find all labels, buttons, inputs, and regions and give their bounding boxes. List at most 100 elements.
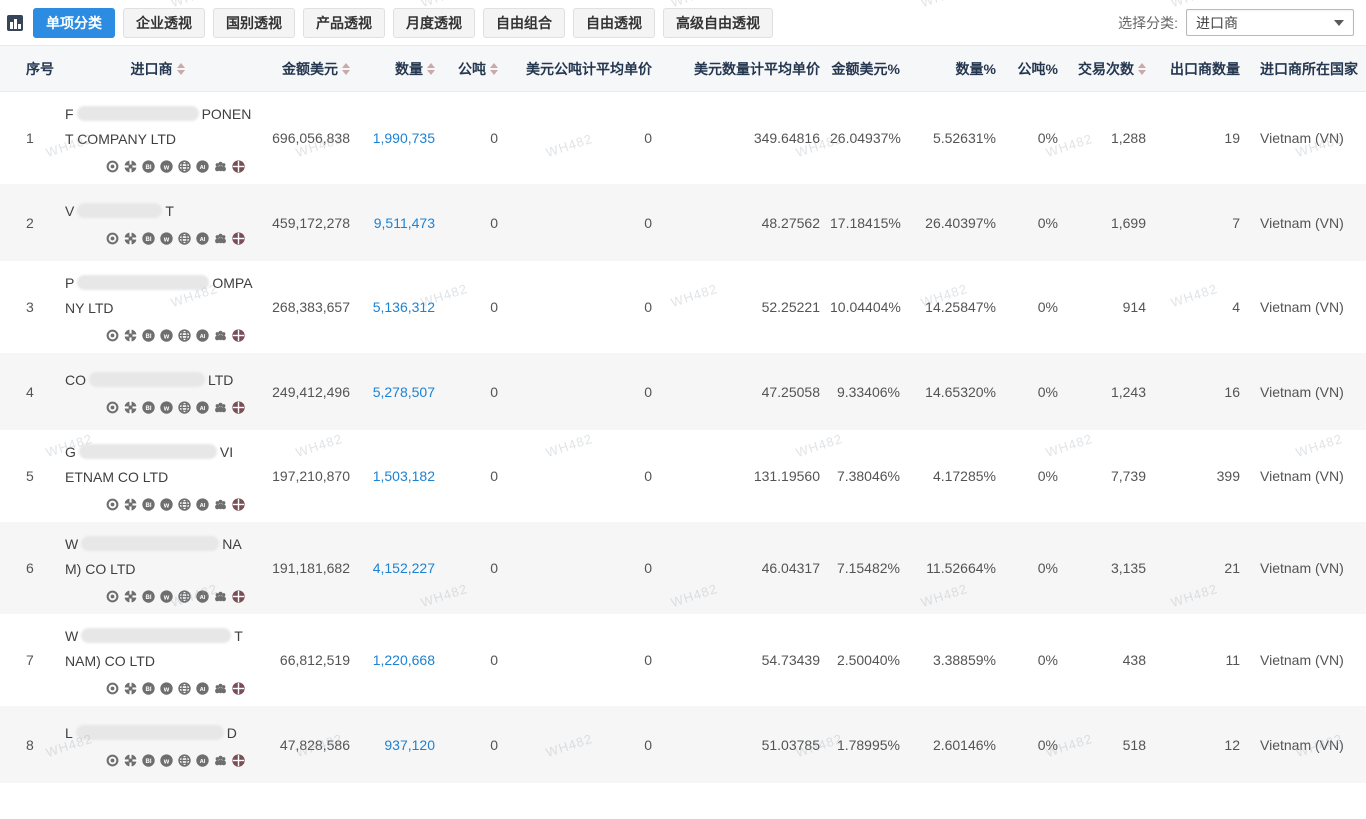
target-icon[interactable] [105,589,120,604]
ai-icon[interactable]: AI [195,231,210,246]
target-icon[interactable] [105,681,120,696]
target-icon[interactable] [105,753,120,768]
focus-icon[interactable] [123,231,138,246]
sort-arrows-icon[interactable] [427,63,435,75]
column-header-amount_usd[interactable]: 金额美元 [250,46,360,91]
people-icon[interactable] [213,681,228,696]
focus-icon[interactable] [123,497,138,512]
focus-icon[interactable] [123,681,138,696]
table-body: 1FPONENT COMPANY LTDBIwAI696,056,8381,99… [0,92,1366,783]
grid-icon[interactable] [231,328,246,343]
bi-icon[interactable]: BI [141,159,156,174]
target-icon[interactable] [105,328,120,343]
target-icon[interactable] [105,497,120,512]
grid-icon[interactable] [231,753,246,768]
bi-icon[interactable]: BI [141,589,156,604]
category-select[interactable]: 进口商 [1186,9,1354,36]
web-icon[interactable]: w [159,159,174,174]
bi-icon[interactable]: BI [141,753,156,768]
people-icon[interactable] [213,159,228,174]
bi-icon[interactable]: BI [141,328,156,343]
grid-icon[interactable] [231,400,246,415]
tab-5[interactable]: 自由组合 [483,8,565,38]
exporter_count-value: 11 [1156,652,1250,668]
ai-icon[interactable]: AI [195,681,210,696]
column-header-tons[interactable]: 公吨 [445,46,508,91]
globe-icon[interactable] [177,753,192,768]
people-icon[interactable] [213,753,228,768]
ai-icon[interactable]: AI [195,400,210,415]
quantity-value[interactable]: 4,152,227 [360,560,445,576]
quantity-value[interactable]: 9,511,473 [360,215,445,231]
transactions-value: 1,243 [1068,384,1156,400]
grid-icon[interactable] [231,497,246,512]
quantity-value[interactable]: 937,120 [360,737,445,753]
tab-4[interactable]: 月度透视 [393,8,475,38]
target-icon[interactable] [105,400,120,415]
focus-icon[interactable] [123,328,138,343]
quantity-value[interactable]: 1,503,182 [360,468,445,484]
seq-value: 2 [0,215,60,231]
column-header-importer[interactable]: 进口商 [60,46,250,91]
people-icon[interactable] [213,497,228,512]
sort-arrows-icon[interactable] [342,63,350,75]
ai-icon[interactable]: AI [195,589,210,604]
globe-icon[interactable] [177,159,192,174]
bi-icon[interactable]: BI [141,231,156,246]
bi-icon[interactable]: BI [141,400,156,415]
tab-0[interactable]: 单项分类 [33,8,115,38]
quantity-value[interactable]: 5,278,507 [360,384,445,400]
tab-3[interactable]: 产品透视 [303,8,385,38]
ai-icon[interactable]: AI [195,159,210,174]
row-action-icons: BIw AI [105,494,250,514]
grid-icon[interactable] [231,681,246,696]
globe-icon[interactable] [177,400,192,415]
grid-icon[interactable] [231,589,246,604]
web-icon[interactable]: w [159,589,174,604]
globe-icon[interactable] [177,231,192,246]
ai-icon[interactable]: AI [195,328,210,343]
target-icon[interactable] [105,159,120,174]
tab-7[interactable]: 高级自由透视 [663,8,773,38]
focus-icon[interactable] [123,400,138,415]
grid-icon[interactable] [231,159,246,174]
sort-arrows-icon[interactable] [177,63,185,75]
web-icon[interactable]: w [159,497,174,512]
quantity-value[interactable]: 5,136,312 [360,299,445,315]
row-action-icons: BIw AI [105,156,250,176]
tab-6[interactable]: 自由透视 [573,8,655,38]
bi-icon[interactable]: BI [141,497,156,512]
column-header-transactions[interactable]: 交易次数 [1068,46,1156,91]
avg_price_per_ton_usd-value: 0 [508,652,662,668]
focus-icon[interactable] [123,589,138,604]
globe-icon[interactable] [177,589,192,604]
web-icon[interactable]: w [159,328,174,343]
grid-icon[interactable] [231,231,246,246]
people-icon[interactable] [213,589,228,604]
quantity-value[interactable]: 1,990,735 [360,130,445,146]
tab-2[interactable]: 国别透视 [213,8,295,38]
focus-icon[interactable] [123,159,138,174]
sort-arrows-icon[interactable] [1138,63,1146,75]
ai-icon[interactable]: AI [195,753,210,768]
globe-icon[interactable] [177,497,192,512]
people-icon[interactable] [213,400,228,415]
web-icon[interactable]: w [159,753,174,768]
svg-text:w: w [163,686,170,693]
quantity-value[interactable]: 1,220,668 [360,652,445,668]
web-icon[interactable]: w [159,400,174,415]
web-icon[interactable]: w [159,231,174,246]
globe-icon[interactable] [177,681,192,696]
people-icon[interactable] [213,231,228,246]
web-icon[interactable]: w [159,681,174,696]
target-icon[interactable] [105,231,120,246]
bi-icon[interactable]: BI [141,681,156,696]
column-header-quantity[interactable]: 数量 [360,46,445,91]
focus-icon[interactable] [123,753,138,768]
tab-1[interactable]: 企业透视 [123,8,205,38]
ai-icon[interactable]: AI [195,497,210,512]
globe-icon[interactable] [177,328,192,343]
people-icon[interactable] [213,328,228,343]
svg-text:BI: BI [146,236,152,242]
sort-arrows-icon[interactable] [490,63,498,75]
